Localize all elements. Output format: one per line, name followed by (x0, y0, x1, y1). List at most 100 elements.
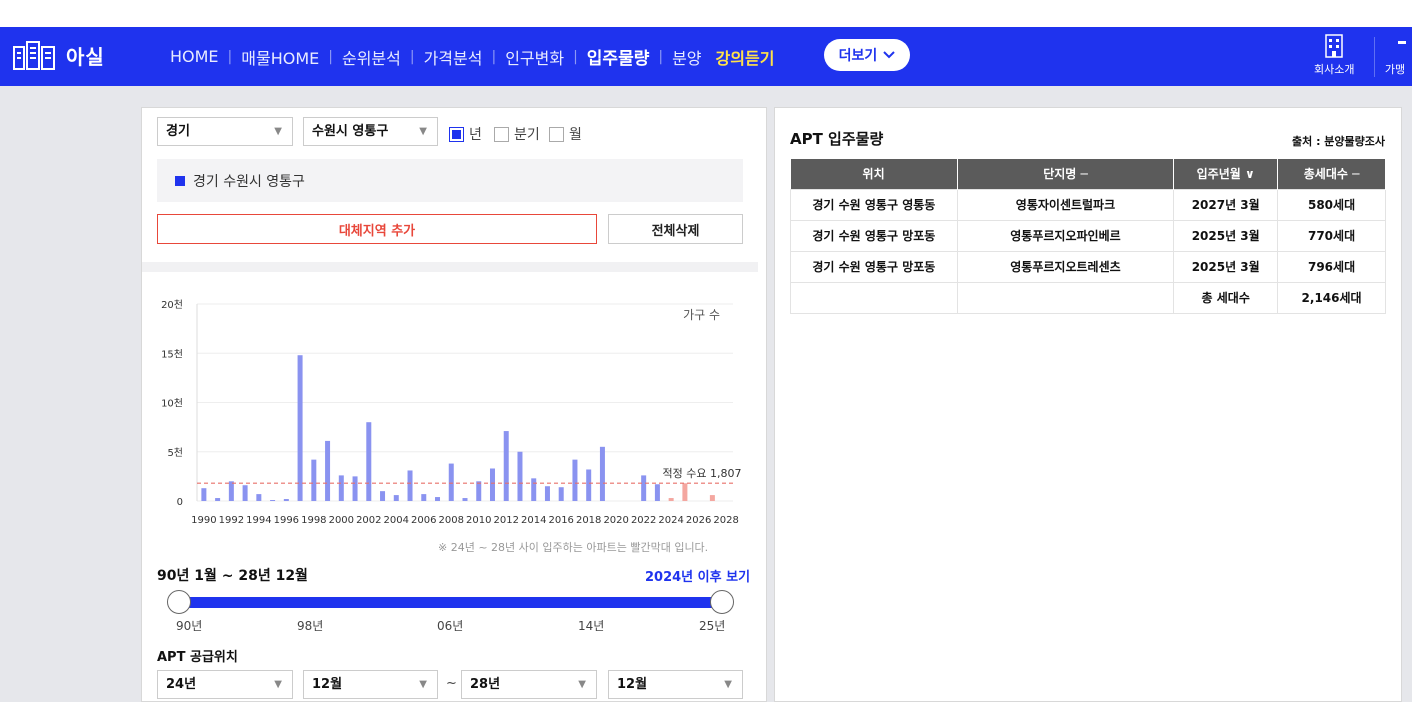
delete-all-button[interactable]: 전체삭제 (608, 214, 743, 244)
chart-bar (654, 484, 660, 501)
chart-bar (380, 491, 386, 501)
x-tick-label: 2012 (494, 515, 519, 526)
buildings-logo-icon (13, 41, 55, 70)
cell-households: 580세대 (1277, 188, 1386, 221)
chart-bar (242, 485, 248, 501)
period-year-checkbox[interactable]: 년 (449, 124, 482, 144)
total-value: 2,146세대 (1277, 281, 1386, 314)
menu-item[interactable]: 강의듣기 (716, 45, 775, 69)
chart-bar (256, 494, 262, 501)
checkbox-checked-icon (449, 126, 464, 142)
chart-bar (641, 475, 647, 501)
cell-households: 770세대 (1277, 219, 1386, 252)
menu-item[interactable]: 입주물량 (587, 44, 650, 69)
period-month-label: 월 (569, 127, 582, 143)
chart-bar (435, 497, 441, 501)
chart-bar (531, 478, 537, 501)
main-menu: HOME | 매물HOME | 순위분석 | 가격분석 | 인구변화 | 입주물량 | 분양 강의듣기 (170, 44, 774, 69)
total-label: 총 세대수 (1173, 281, 1279, 314)
x-tick-label: 2020 (603, 515, 628, 526)
chart-bar (682, 483, 688, 501)
add-alt-region-button[interactable]: 대체지역 추가 (157, 214, 597, 244)
supply-chart-svg: 05천10천15천20천적정 수요 1,807가구 수1990 1992 1994 1… (161, 299, 741, 526)
chart-bar (448, 463, 454, 501)
menu-separator: | (491, 48, 497, 65)
period-quarter-label: 분기 (514, 127, 540, 143)
table-row[interactable]: 경기 수원 영통구 망포동 영통푸르지오파인베르 2025년 3월 770세대 (790, 219, 1386, 252)
range-tick: 98년 (297, 619, 324, 633)
period-month-checkbox[interactable]: 월 (549, 124, 582, 144)
view-after-2024-link[interactable]: 2024년 이후 보기 (645, 566, 750, 585)
selected-region-label: 경기 수원시 영통구 (193, 173, 305, 190)
from-month-select[interactable]: 12월 ▼ (303, 670, 438, 699)
chart-bar (558, 487, 564, 501)
menu-item[interactable]: 순위분석 (342, 45, 401, 69)
chart-bar (325, 440, 331, 501)
logo[interactable]: 아실 (12, 39, 105, 71)
chart-bar (270, 500, 276, 501)
menu-separator: | (227, 48, 233, 65)
x-tick-label: 1998 (301, 515, 326, 526)
chart-bar (311, 459, 317, 501)
company-info-link[interactable]: 회사소개 (1314, 33, 1354, 77)
city-select[interactable]: 수원시 영통구 ▼ (303, 117, 438, 146)
x-tick-label: 2018 (576, 515, 601, 526)
more-button[interactable]: 더보기 (824, 39, 910, 71)
chart-bar (709, 495, 715, 501)
x-tick-label: 2008 (439, 515, 464, 526)
store-icon (1398, 41, 1406, 44)
chart-bar (201, 488, 207, 501)
chevron-down-icon (883, 51, 896, 59)
y-axis-label: 가구 수 (683, 308, 720, 322)
range-slider-end-handle[interactable] (710, 590, 734, 614)
range-tilde: ~ (446, 676, 457, 691)
cell-households: 796세대 (1277, 250, 1386, 283)
x-tick-label: 1992 (219, 515, 244, 526)
menu-item[interactable]: 가격분석 (424, 45, 483, 69)
col-location: 위치 (790, 159, 958, 189)
from-month-value: 12월 (312, 677, 343, 692)
y-tick-label: 0 (177, 497, 183, 508)
menu-separator: | (328, 48, 333, 65)
from-year-select[interactable]: 24년 ▼ (157, 670, 293, 699)
table-row[interactable]: 경기 수원 영통구 영통동 영통자이센트럴파크 2027년 3월 580세대 (790, 188, 1386, 221)
cell-location: 경기 수원 영통구 영통동 (790, 188, 958, 221)
x-tick-label: 1996 (274, 515, 299, 526)
to-year-value: 28년 (470, 677, 501, 692)
x-tick-label: 2026 (686, 515, 711, 526)
y-tick-label: 15천 (161, 348, 183, 360)
to-year-select[interactable]: 28년 ▼ (461, 670, 597, 699)
province-select[interactable]: 경기 ▼ (157, 117, 293, 146)
period-quarter-checkbox[interactable]: 분기 (494, 124, 540, 144)
cell-complex[interactable]: 영통푸르지오트레센츠 (956, 250, 1175, 283)
top-whitespace (0, 0, 1412, 27)
province-value: 경기 (166, 124, 190, 139)
range-tick: 25년 (699, 619, 726, 633)
cell-complex[interactable]: 영통푸르지오파인베르 (956, 219, 1175, 252)
col-complex-sort[interactable]: 단지명 ─ (957, 159, 1175, 189)
table-total-row: 총 세대수 2,146세대 (790, 281, 1386, 314)
menu-separator: | (573, 48, 578, 65)
menu-separator: | (409, 48, 415, 65)
dropdown-arrow-icon: ▼ (274, 126, 282, 137)
cell-complex[interactable]: 영통자이센트럴파크 (956, 188, 1175, 221)
menu-item[interactable]: HOME (170, 47, 219, 66)
range-label: 90년 1월 ~ 28년 12월 (157, 568, 308, 584)
table-header-row: 위치 단지명 ─ 입주년월 ∨ 총세대수 ─ (790, 159, 1386, 189)
cell-empty (956, 281, 1175, 314)
range-slider-start-handle[interactable] (167, 590, 191, 614)
chart-bar (544, 486, 550, 501)
menu-item[interactable]: 분양 (672, 45, 701, 69)
dropdown-arrow-icon: ▼ (274, 679, 282, 690)
table-row[interactable]: 경기 수원 영통구 망포동 영통푸르지오트레센츠 2025년 3월 796세대 (790, 250, 1386, 283)
cell-location: 경기 수원 영통구 망포동 (790, 219, 958, 252)
more-label: 더보기 (838, 48, 878, 64)
menu-separator: | (658, 48, 664, 65)
franchise-link[interactable]: 가맹 (1384, 33, 1406, 77)
col-move-in-sort[interactable]: 입주년월 ∨ (1173, 159, 1279, 189)
menu-item[interactable]: 인구변화 (505, 45, 564, 69)
col-households-sort[interactable]: 총세대수 ─ (1277, 159, 1386, 189)
menu-item[interactable]: 매물HOME (241, 45, 319, 69)
range-slider-track[interactable] (180, 597, 722, 608)
to-month-select[interactable]: 12월 ▼ (608, 670, 743, 699)
